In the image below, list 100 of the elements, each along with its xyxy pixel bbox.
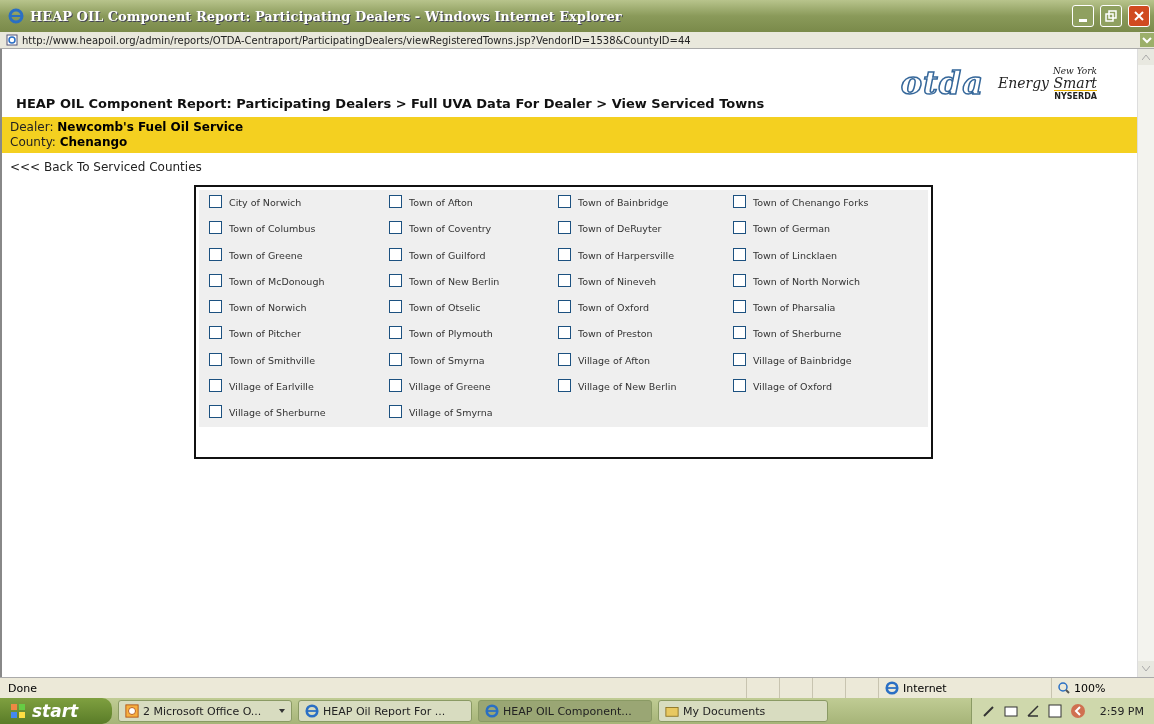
checkbox[interactable] — [733, 379, 746, 393]
checkbox[interactable] — [389, 405, 402, 419]
town-label: Town of Coventry — [409, 223, 492, 235]
town-label: Village of Afton — [578, 354, 650, 366]
checkbox[interactable] — [389, 273, 402, 287]
town-label: Village of Greene — [409, 381, 491, 393]
town-label: Village of New Berlin — [578, 381, 677, 393]
town-label: Town of McDonough — [229, 275, 325, 287]
zoom-text[interactable]: 100% — [1074, 681, 1106, 695]
logo-tagline: New York — [1052, 65, 1097, 76]
town-label: Town of Smyrna — [409, 354, 485, 366]
town-label: Town of Preston — [578, 328, 653, 340]
town-label: Town of Chenango Forks — [753, 197, 869, 208]
town-label: Town of Pharsalia — [753, 302, 836, 314]
start-button[interactable]: start — [0, 698, 112, 724]
breadcrumb-title: HEAP OIL Component Report: Participating Dealers > Full UVA Data For Dealer > View Serviced Towns — [16, 96, 765, 111]
globe-e-icon — [885, 681, 899, 695]
town-label: Town of Plymouth — [409, 328, 493, 340]
taskbar-button[interactable]: My Documents — [658, 700, 828, 722]
checkbox[interactable] — [733, 195, 746, 208]
town-label: Town of Columbus — [229, 223, 316, 235]
checkbox[interactable] — [209, 326, 222, 340]
town-label: Town of Smithville — [229, 354, 316, 366]
checkbox[interactable] — [209, 195, 222, 208]
town-label: Village of Smyrna — [409, 407, 493, 419]
town-label: Village of Sherburne — [229, 407, 326, 419]
checkbox[interactable] — [209, 352, 222, 366]
checkbox[interactable] — [558, 379, 571, 393]
minimize-icon — [1079, 18, 1087, 22]
globe-e-icon — [8, 8, 24, 24]
checkbox[interactable] — [733, 300, 746, 314]
checkbox[interactable] — [209, 379, 222, 393]
taskbar-button[interactable]: 2 Microsoft Office O... — [118, 700, 292, 722]
clock: 2:59 PM — [1099, 704, 1144, 718]
checkbox[interactable] — [733, 273, 746, 287]
checkbox[interactable] — [558, 352, 571, 366]
checkbox[interactable] — [209, 221, 222, 235]
town-label: Town of DeRuyter — [578, 223, 662, 235]
taskbar-button[interactable]: HEAP Oil Report For ... — [298, 700, 472, 722]
chevron-icon[interactable] — [1069, 703, 1086, 719]
window-title: HEAP OIL Component Report: Participating Dealers - Windows Internet Explorer — [30, 8, 623, 24]
checkbox[interactable] — [389, 221, 402, 235]
dealer-info: County: Chenango — [10, 135, 129, 150]
globe-e-icon — [305, 704, 319, 718]
zone-text: Internet — [903, 681, 947, 695]
checkbox[interactable] — [389, 300, 402, 314]
taskbar-button[interactable]: HEAP OIL Component... — [478, 700, 652, 722]
checkbox[interactable] — [209, 273, 222, 287]
dealer-info: Dealer: Newcomb's Fuel Oil Service — [10, 120, 245, 135]
checkbox[interactable] — [558, 326, 571, 340]
town-label: Town of Harpersville — [578, 249, 674, 261]
checkbox[interactable] — [558, 221, 571, 235]
town-label: Town of Nineveh — [578, 275, 657, 287]
checkbox[interactable] — [558, 195, 571, 208]
address-bar[interactable]: http://www.heapoil.org/admin/reports/OTDA-Centraport/ParticipatingDealers/viewRegisteredTowns.jsp?VendorID=1538&CountyID=44 — [0, 32, 1154, 49]
zoom-icon — [1058, 682, 1070, 694]
checkbox[interactable] — [389, 195, 402, 208]
close-icon — [1133, 10, 1145, 22]
checkbox[interactable] — [209, 300, 222, 314]
checkbox[interactable] — [733, 326, 746, 340]
checkbox[interactable] — [389, 352, 402, 366]
checkbox[interactable] — [558, 300, 571, 314]
checkbox[interactable] — [389, 379, 402, 393]
close-button[interactable] — [1128, 5, 1150, 27]
checkbox[interactable] — [733, 247, 746, 261]
town-label: Town of Bainbridge — [578, 197, 669, 208]
town-label: Town of North Norwich — [753, 275, 861, 287]
restore-button[interactable] — [1100, 5, 1122, 27]
town-label: Town of New Berlin — [409, 275, 500, 287]
restore-icon — [1105, 10, 1117, 22]
checkbox[interactable] — [389, 326, 402, 340]
checkbox[interactable] — [209, 247, 222, 261]
town-label: Town of Lincklaen — [753, 249, 837, 261]
town-label: Town of Guilford — [409, 249, 486, 261]
checkbox[interactable] — [389, 247, 402, 261]
checkbox[interactable] — [733, 221, 746, 235]
town-label: Village of Oxford — [753, 381, 833, 393]
checkbox[interactable] — [209, 405, 222, 419]
town-label: Town of Afton — [409, 197, 473, 208]
windows-flag-icon — [10, 703, 26, 719]
checkbox[interactable] — [558, 273, 571, 287]
town-label: City of Norwich — [229, 197, 302, 208]
town-label: Town of Otselic — [409, 302, 481, 314]
minimize-button[interactable] — [1072, 5, 1094, 27]
url-text: http://www.heapoil.org/admin/reports/OTDA-Centraport/ParticipatingDealers/viewRegisteredTowns.jsp?VendorID=1538&CountyID=44 — [22, 34, 692, 46]
town-label: Town of Sherburne — [753, 328, 842, 340]
town-label: Town of German — [753, 223, 831, 235]
town-label: Town of Norwich — [229, 302, 307, 314]
globe-e-icon — [485, 704, 499, 718]
page-icon — [6, 34, 18, 46]
caret-icon — [279, 709, 285, 713]
folder-icon — [665, 704, 679, 718]
logo-subtext: NYSERDA — [1054, 89, 1097, 101]
town-label: Town of Oxford — [578, 302, 649, 314]
town-label: Town of Greene — [229, 249, 303, 261]
town-label: Village of Bainbridge — [753, 354, 852, 366]
checkbox[interactable] — [558, 247, 571, 261]
checkbox[interactable] — [733, 352, 746, 366]
otda-logo: otda — [900, 64, 984, 102]
back-link[interactable]: <<< Back To Serviced Counties — [10, 160, 202, 174]
